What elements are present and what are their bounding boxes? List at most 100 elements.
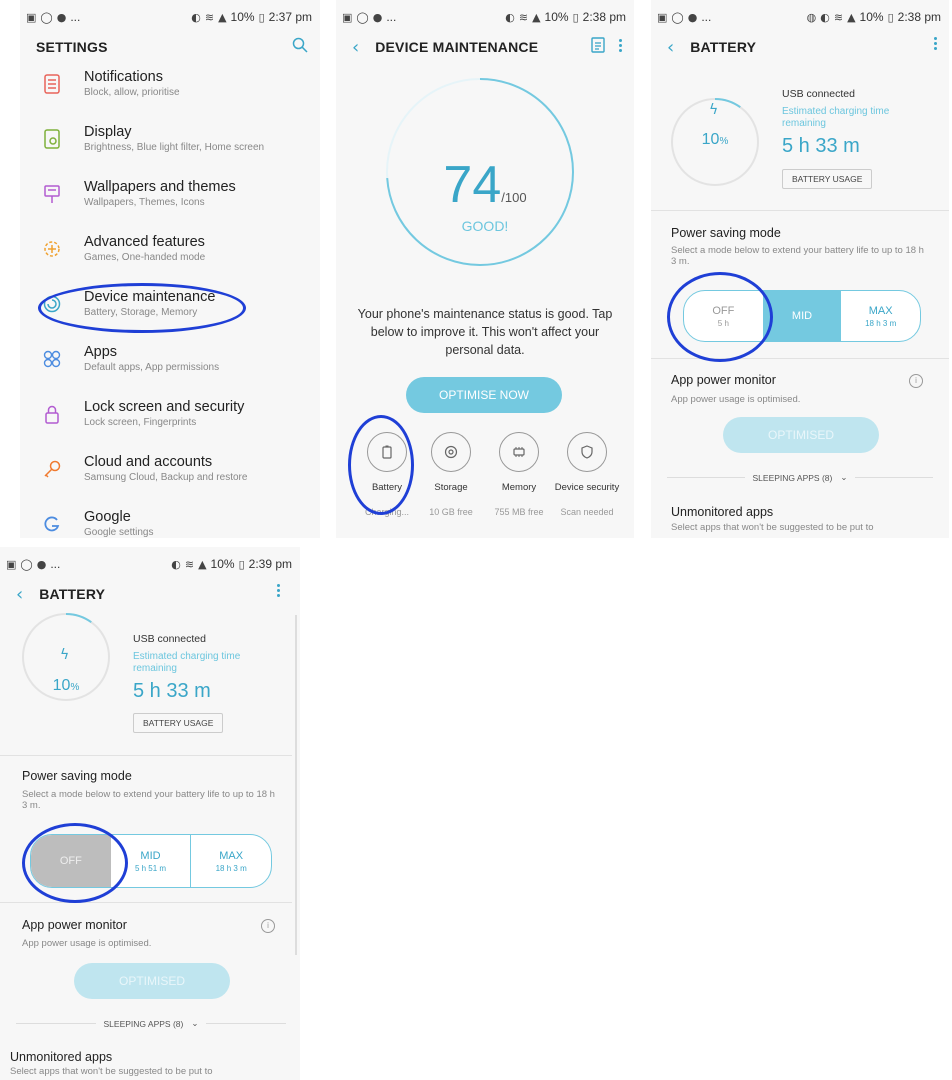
- score-rating: GOOD!: [461, 218, 509, 234]
- signal-icon: ▲: [532, 10, 541, 24]
- mode-max[interactable]: MAX 18 h 3 m: [841, 291, 920, 341]
- unmonitored-apps-desc: Select apps that won't be suggested to b…: [10, 1066, 213, 1077]
- item-title: Google: [84, 509, 131, 525]
- usb-status: USB connected: [782, 88, 855, 100]
- battery-percent-display: 10%: [52, 677, 80, 694]
- whatsapp-notif-icon: ◯: [20, 557, 33, 571]
- shield-icon: [581, 445, 593, 459]
- gallery-notif-icon: ▣: [342, 10, 353, 24]
- category-label: Device security: [554, 482, 620, 493]
- info-icon[interactable]: i: [909, 374, 923, 388]
- settings-item-apps[interactable]: Apps Default apps, App permissions: [20, 341, 320, 396]
- back-icon[interactable]: ‹: [667, 37, 674, 58]
- battery-percent: 10%: [544, 10, 569, 24]
- charge-time: 5 h 33 m: [782, 135, 860, 157]
- battery-percent: 10%: [210, 557, 235, 571]
- chat-notif-icon: ●: [56, 10, 67, 24]
- battery-usage-button[interactable]: BATTERY USAGE: [782, 169, 873, 189]
- item-subtitle: Lock screen, Fingerprints: [84, 417, 197, 428]
- item-subtitle: Block, allow, prioritise: [84, 87, 180, 98]
- divider: [0, 902, 292, 903]
- charge-time: 5 h 33 m: [133, 680, 211, 702]
- data-saver-icon: ◐: [505, 10, 515, 24]
- storage-icon: [444, 445, 458, 459]
- scrollbar[interactable]: [295, 615, 297, 955]
- whatsapp-notif-icon: ◯: [356, 10, 369, 24]
- category-storage[interactable]: Storage 10 GB free: [418, 432, 484, 517]
- page-title: BATTERY: [690, 39, 757, 55]
- back-icon[interactable]: ‹: [352, 37, 359, 58]
- unmonitored-apps-title: Unmonitored apps: [10, 1050, 113, 1064]
- app-power-monitor-desc: App power usage is optimised.: [671, 394, 801, 405]
- estimate-label: Estimated charging time remaining: [782, 106, 890, 129]
- data-saver-icon: ◐: [191, 10, 201, 24]
- category-value: 755 MB free: [494, 507, 544, 517]
- battery-icon: ▯: [238, 557, 245, 571]
- whatsapp-notif-icon: ◯: [40, 10, 53, 24]
- settings-item-display[interactable]: Display Brightness, Blue light filter, Ho…: [20, 121, 320, 176]
- chevron-down-icon: ⌄: [840, 472, 848, 482]
- item-title: Cloud and accounts: [84, 454, 213, 470]
- mode-mid[interactable]: MID: [762, 291, 842, 341]
- page-title: DEVICE MAINTENANCE: [375, 39, 539, 55]
- item-subtitle: Brightness, Blue light filter, Home scre…: [84, 142, 265, 153]
- back-icon[interactable]: ‹: [16, 584, 23, 605]
- highlight-oval: [667, 272, 773, 362]
- optimised-button: OPTIMISED: [74, 963, 230, 999]
- signal-icon: ▲: [218, 10, 227, 24]
- highlight-oval: [22, 823, 128, 903]
- notifications-icon: [44, 74, 60, 94]
- display-icon: [44, 129, 60, 149]
- power-saving-title: Power saving mode: [671, 226, 781, 240]
- settings-item-cloud-accounts[interactable]: Cloud and accounts Samsung Cloud, Backup …: [20, 451, 320, 506]
- advanced-features-icon: [44, 241, 60, 257]
- settings-item-notifications[interactable]: Notifications Block, allow, prioritise: [20, 66, 320, 121]
- unmonitored-apps-title: Unmonitored apps: [671, 505, 774, 519]
- chevron-down-icon: ⌄: [191, 1018, 199, 1028]
- more-options-icon[interactable]: [934, 37, 937, 50]
- settings-item-wallpapers[interactable]: Wallpapers and themes Wallpapers, Themes,…: [20, 176, 320, 231]
- score-display: 74/100: [336, 155, 634, 215]
- status-bar: ▣ ◯ ●... ◍ ◐ ≋ ▲ 10% ▯ 2:38 pm: [657, 10, 941, 24]
- info-icon[interactable]: i: [261, 919, 275, 933]
- wifi-icon: ≋: [518, 10, 529, 24]
- report-icon[interactable]: [591, 37, 605, 53]
- settings-item-lock-screen[interactable]: Lock screen and security Lock screen, Fin…: [20, 396, 320, 451]
- search-icon[interactable]: [292, 37, 308, 53]
- category-memory[interactable]: Memory 755 MB free: [486, 432, 552, 517]
- item-title: Display: [84, 124, 132, 140]
- sleeping-apps-header[interactable]: SLEEPING APPS (8) ⌄: [16, 1018, 286, 1029]
- item-title: Notifications: [84, 69, 163, 85]
- more-options-icon[interactable]: [619, 38, 622, 52]
- score-max: /100: [501, 190, 527, 205]
- app-bar: ‹ DEVICE MAINTENANCE: [336, 34, 634, 60]
- category-label: Memory: [501, 482, 537, 493]
- more-options-icon[interactable]: [277, 584, 280, 597]
- device-maintenance-screen: ▣ ◯ ●... ◐ ≋ ▲ 10% ▯ 2:38 pm ‹ DEVICE MAINTENAN…: [336, 0, 634, 538]
- app-bar: SETTINGS: [20, 34, 320, 60]
- optimise-now-button[interactable]: OPTIMISE NOW: [406, 377, 562, 413]
- estimate-label: Estimated charging time remaining: [133, 651, 241, 674]
- gallery-notif-icon: ▣: [26, 10, 37, 24]
- battery-usage-button[interactable]: BATTERY USAGE: [133, 713, 224, 733]
- settings-item-advanced[interactable]: Advanced features Games, One-handed mode: [20, 231, 320, 286]
- battery-icon: ▯: [572, 10, 579, 24]
- power-saving-title: Power saving mode: [22, 769, 132, 783]
- item-subtitle: Games, One-handed mode: [84, 252, 206, 263]
- mode-max[interactable]: MAX 18 h 3 m: [191, 835, 271, 887]
- optimised-button: OPTIMISED: [723, 417, 879, 453]
- settings-item-google[interactable]: Google Google settings: [20, 506, 320, 538]
- wifi-icon: ≋: [204, 10, 215, 24]
- page-title: SETTINGS: [36, 39, 108, 55]
- charging-icon: ϟ: [60, 647, 70, 663]
- wifi-icon: ≋: [833, 10, 844, 24]
- settings-screen: ▣ ◯ ●... ◐ ≋ ▲ 10% ▯ 2:37 pm SETTINGS Notificat…: [20, 0, 320, 538]
- whatsapp-notif-icon: ◯: [671, 10, 684, 24]
- category-device-security[interactable]: Device security Scan needed: [554, 432, 620, 517]
- status-message: Your phone's maintenance status is good.…: [357, 307, 613, 357]
- sleeping-apps-header[interactable]: SLEEPING APPS (8) ⌄: [667, 472, 933, 483]
- category-value: 10 GB free: [429, 507, 473, 517]
- battery-percent: 10%: [859, 10, 884, 24]
- clock: 2:38 pm: [897, 10, 941, 24]
- highlight-oval: [348, 415, 414, 515]
